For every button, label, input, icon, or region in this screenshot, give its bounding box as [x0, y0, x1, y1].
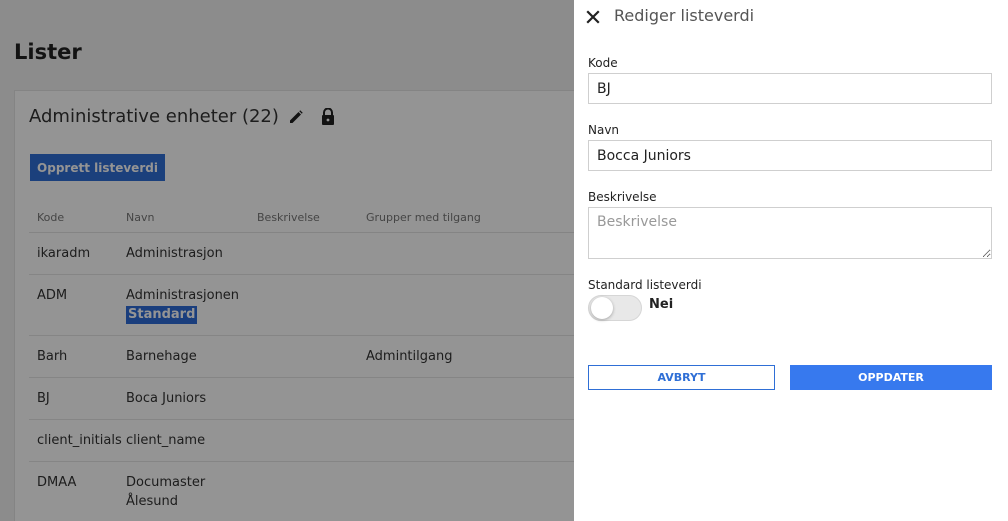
navn-label: Navn — [588, 123, 620, 137]
edit-panel: Rediger listeverdi Kode Navn Beskrivelse… — [574, 0, 1008, 521]
cancel-button[interactable]: AVBRYT — [588, 365, 775, 390]
kode-input[interactable] — [588, 73, 992, 104]
panel-title: Rediger listeverdi — [614, 6, 755, 25]
modal-backdrop[interactable] — [0, 0, 574, 521]
standard-toggle[interactable] — [588, 295, 642, 321]
navn-input[interactable] — [588, 140, 992, 171]
close-icon[interactable] — [586, 9, 600, 24]
toggle-knob — [591, 297, 613, 319]
standard-label: Standard listeverdi — [588, 278, 702, 292]
update-button[interactable]: OPPDATER — [790, 365, 992, 390]
beskrivelse-label: Beskrivelse — [588, 190, 657, 204]
kode-label: Kode — [588, 56, 618, 70]
panel-header: Rediger listeverdi — [586, 6, 754, 25]
standard-toggle-value: Nei — [649, 297, 674, 312]
beskrivelse-textarea[interactable] — [588, 207, 992, 259]
